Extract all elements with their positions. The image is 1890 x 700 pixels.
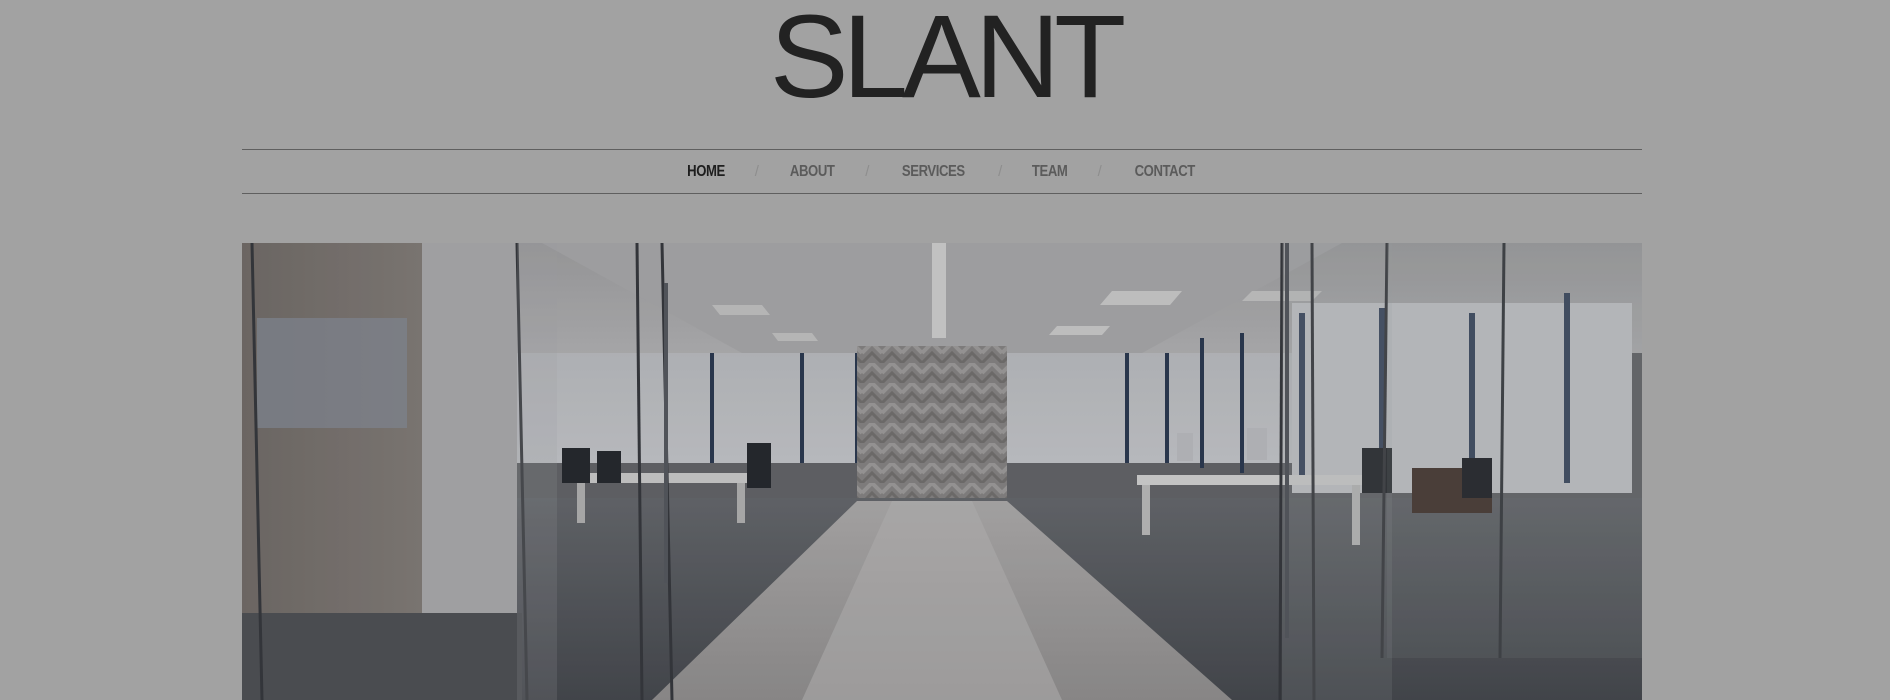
nav-link-team[interactable]: TEAM: [1032, 163, 1068, 181]
nav-link-about[interactable]: ABOUT: [790, 163, 835, 181]
nav-separator: /: [865, 163, 870, 180]
nav-list: HOME / ABOUT / SERVICES / TEAM / CONTACT: [242, 150, 1642, 193]
hero-image: [242, 243, 1642, 700]
site-logo[interactable]: SLANT: [0, 0, 1890, 116]
nav-item-contact: CONTACT: [1128, 163, 1202, 181]
nav-item-about: ABOUT: [785, 163, 839, 181]
nav-separator: /: [1097, 163, 1102, 180]
nav-link-home[interactable]: HOME: [687, 163, 725, 181]
nav-link-services[interactable]: SERVICES: [902, 163, 965, 181]
nav-separator: /: [998, 163, 1003, 180]
office-interior-illustration: [242, 243, 1642, 700]
main-nav: HOME / ABOUT / SERVICES / TEAM / CONTACT: [242, 149, 1642, 194]
nav-item-home: HOME: [683, 163, 729, 181]
nav-item-services: SERVICES: [895, 163, 972, 181]
nav-link-contact[interactable]: CONTACT: [1134, 163, 1195, 181]
nav-item-team: TEAM: [1028, 163, 1071, 181]
nav-separator: /: [754, 163, 759, 180]
